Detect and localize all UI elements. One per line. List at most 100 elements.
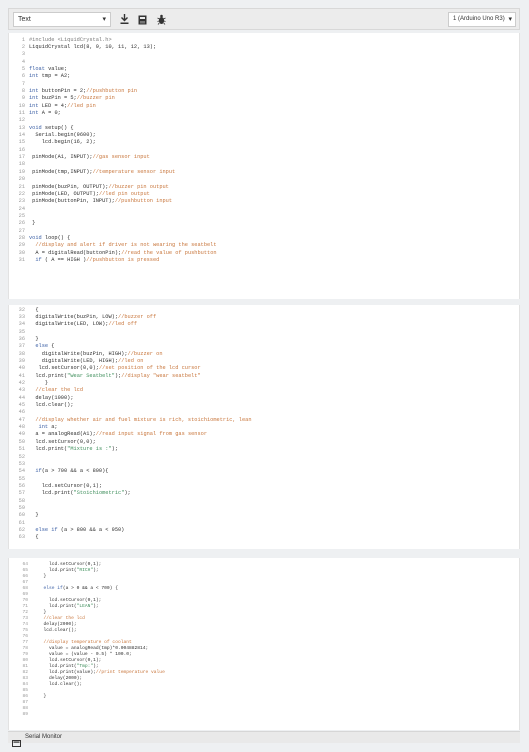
code-token: Serial.begin(9600); bbox=[29, 132, 96, 139]
code-line[interactable]: 44 delay(1000); bbox=[9, 395, 519, 402]
line-number: 27 bbox=[18, 227, 25, 234]
code-text: //clear the lcd bbox=[29, 387, 83, 394]
code-line[interactable]: 33 digitalWrite(buzPin, LOW);//buzzer of… bbox=[9, 314, 519, 321]
code-line[interactable]: 26 } bbox=[9, 220, 519, 227]
code-line[interactable]: 53 bbox=[9, 461, 519, 468]
code-line[interactable]: 52 bbox=[9, 454, 519, 461]
line-number: 45 bbox=[18, 402, 25, 409]
line-number: 40 bbox=[18, 365, 25, 372]
code-line[interactable]: 5 float value; bbox=[9, 66, 519, 73]
code-line[interactable]: 89 bbox=[9, 711, 519, 718]
download-icon[interactable] bbox=[119, 13, 130, 26]
code-line[interactable]: 41 lcd.print("Wear Seatbelt");//display … bbox=[9, 373, 519, 380]
code-line[interactable]: 32 { bbox=[9, 307, 519, 314]
code-line[interactable]: 60 } bbox=[9, 512, 519, 519]
code-line[interactable]: 28 void loop() { bbox=[9, 235, 519, 242]
code-line[interactable]: 38 digitalWrite(buzPin, HIGH);//buzzer o… bbox=[9, 351, 519, 358]
code-token: pinMode(A1, INPUT); bbox=[29, 154, 93, 161]
code-text: int tmp = A2; bbox=[29, 73, 70, 80]
code-line[interactable]: 39 digitalWrite(LED, HIGH);//led on bbox=[9, 358, 519, 365]
code-line[interactable]: 27 bbox=[9, 228, 519, 235]
code-line[interactable]: 8 int buttonPin = 2;//pushbutton pin bbox=[9, 88, 519, 95]
code-line[interactable]: 9 int buzPin = 5;//buzzer pin bbox=[9, 95, 519, 102]
code-line[interactable]: 25 bbox=[9, 213, 519, 220]
code-line[interactable]: 43 //clear the lcd bbox=[9, 387, 519, 394]
code-line[interactable]: 13 void setup() { bbox=[9, 125, 519, 132]
board-select[interactable]: 1 (Arduino Uno R3) ▾ bbox=[448, 12, 516, 27]
code-line[interactable]: 23 pinMode(buttonPin, INPUT);//pushbutto… bbox=[9, 198, 519, 205]
code-text: } bbox=[29, 336, 38, 343]
line-number: 58 bbox=[18, 497, 25, 504]
code-text: digitalWrite(LED, HIGH);//led on bbox=[29, 358, 144, 365]
chevron-down-icon: ▾ bbox=[102, 16, 106, 23]
code-line[interactable]: 21 pinMode(buzPin, OUTPUT);//buzzer pin … bbox=[9, 184, 519, 191]
debug-icon[interactable] bbox=[156, 13, 167, 26]
code-line[interactable]: 14 Serial.begin(9600); bbox=[9, 132, 519, 139]
code-line[interactable]: 15 lcd.begin(16, 2); bbox=[9, 139, 519, 146]
code-line[interactable]: 47 //display whether air and fuel mixtur… bbox=[9, 417, 519, 424]
code-line[interactable]: 48 int a; bbox=[9, 424, 519, 431]
code-line[interactable]: 35 bbox=[9, 329, 519, 336]
code-text: lcd.clear(); bbox=[29, 402, 73, 409]
code-line[interactable]: 34 digitalWrite(LED, LOW);//led off bbox=[9, 321, 519, 328]
code-line[interactable]: 17 pinMode(A1, INPUT);//gas sensor input bbox=[9, 154, 519, 161]
line-number: 8 bbox=[21, 87, 25, 94]
line-number: 57 bbox=[18, 490, 25, 497]
code-line[interactable]: 57 lcd.print("Stoichiometric"); bbox=[9, 490, 519, 497]
line-number: 22 bbox=[18, 190, 25, 197]
code-line[interactable]: 2 LiquidCrystal lcd(8, 9, 10, 11, 12, 13)… bbox=[9, 44, 519, 51]
code-line[interactable]: 37 else { bbox=[9, 343, 519, 350]
code-line[interactable]: 11 int A = 0; bbox=[9, 110, 519, 117]
line-number: 29 bbox=[18, 242, 25, 249]
code-line[interactable]: 12 bbox=[9, 117, 519, 124]
code-line[interactable]: 29 //display and alert if driver is not … bbox=[9, 242, 519, 249]
code-line[interactable]: 58 bbox=[9, 498, 519, 505]
code-line[interactable]: 50 lcd.setCursor(0,0); bbox=[9, 439, 519, 446]
code-editor-panel[interactable]: 64 lcd.setCursor(0,1); 65 lcd.print("RICH… bbox=[8, 558, 520, 730]
code-line[interactable]: 54 if(a > 700 && a < 800){ bbox=[9, 468, 519, 475]
serial-monitor-icon[interactable] bbox=[12, 734, 21, 747]
code-line[interactable]: 1 #include <LiquidCrystal.h> bbox=[9, 37, 519, 44]
code-line[interactable]: 40 lcd.setCursor(0,0);//set position of … bbox=[9, 365, 519, 372]
code-line[interactable]: 36 } bbox=[9, 336, 519, 343]
code-text: float value; bbox=[29, 66, 67, 73]
code-line[interactable]: 61 bbox=[9, 520, 519, 527]
code-line[interactable]: 51 lcd.print("Mixture is :"); bbox=[9, 446, 519, 453]
code-line[interactable]: 46 bbox=[9, 409, 519, 416]
code-line[interactable]: 6 int tmp = A2; bbox=[9, 73, 519, 80]
code-editor-panel[interactable]: 1 #include <LiquidCrystal.h> 2 LiquidCrysta… bbox=[8, 33, 520, 299]
code-line[interactable]: 45 lcd.clear(); bbox=[9, 402, 519, 409]
line-number: 56 bbox=[18, 482, 25, 489]
code-line[interactable]: 56 lcd.setCursor(0,1); bbox=[9, 483, 519, 490]
code-line[interactable]: 16 bbox=[9, 147, 519, 154]
code-line[interactable]: 49 a = analogRead(A1);//read input signa… bbox=[9, 431, 519, 438]
code-line[interactable]: 55 bbox=[9, 476, 519, 483]
code-line[interactable]: 20 bbox=[9, 176, 519, 183]
code-line[interactable]: 42 } bbox=[9, 380, 519, 387]
code-line[interactable]: 18 bbox=[9, 161, 519, 168]
code-token: //gas sensor input bbox=[92, 154, 150, 161]
line-number: 12 bbox=[18, 117, 25, 124]
code-line[interactable]: 59 bbox=[9, 505, 519, 512]
code-text: Serial.begin(9600); bbox=[29, 132, 96, 139]
code-token: //led off bbox=[108, 321, 138, 328]
code-line[interactable]: 4 bbox=[9, 59, 519, 66]
serial-monitor-label[interactable]: Serial Monitor bbox=[25, 732, 62, 743]
code-line[interactable]: 3 bbox=[9, 51, 519, 58]
line-number: 62 bbox=[18, 527, 25, 533]
code-line[interactable]: 7 bbox=[9, 81, 519, 88]
code-token: //led pin bbox=[67, 102, 96, 109]
code-line[interactable]: 62 else if (a > 800 && a < 950) bbox=[9, 527, 519, 534]
code-line[interactable]: 31 if ( A == HIGH )//pushbutton is press… bbox=[9, 257, 519, 264]
code-line[interactable]: 19 pinMode(tmp,INPUT);//temperature sens… bbox=[9, 169, 519, 176]
code-text: //display whether air and fuel mixture i… bbox=[29, 417, 251, 424]
code-line[interactable]: 22 pinMode(LED, OUTPUT);//led pin output bbox=[9, 191, 519, 198]
code-line[interactable]: 10 int LED = 4;//led pin bbox=[9, 103, 519, 110]
code-line[interactable]: 24 bbox=[9, 206, 519, 213]
code-line[interactable]: 30 A = digitalRead(buttonPin);//read the… bbox=[9, 250, 519, 257]
code-text: LiquidCrystal lcd(8, 9, 10, 11, 12, 13); bbox=[29, 44, 156, 51]
editor-mode-select[interactable]: Text ▾ bbox=[13, 12, 111, 27]
code-line[interactable]: 63 { bbox=[9, 534, 519, 541]
upload-icon[interactable] bbox=[137, 13, 148, 26]
code-editor-panel[interactable]: 32 {33 digitalWrite(buzPin, LOW);//buzze… bbox=[8, 305, 520, 549]
